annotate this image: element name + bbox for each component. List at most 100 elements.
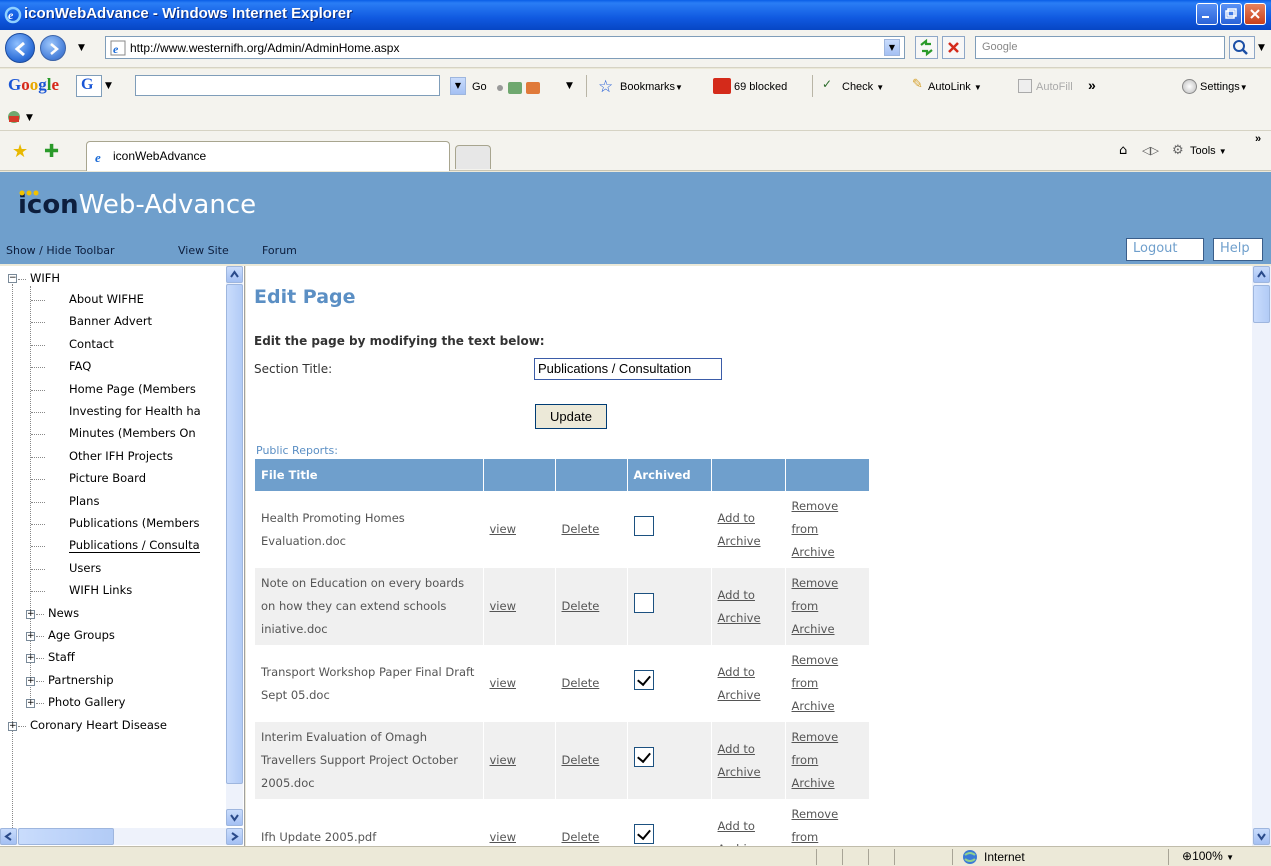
tree-node[interactable]: WIFH Links <box>69 583 132 597</box>
archived-checkbox[interactable] <box>633 823 654 844</box>
zoom-level[interactable]: ⊕100% ▼ <box>1182 849 1234 863</box>
add-to-archive-link[interactable]: Add to Archive <box>718 819 761 847</box>
tree-expand-icon[interactable]: + <box>26 676 35 686</box>
autolink-button[interactable]: AutoLink ▼ <box>928 81 982 93</box>
remove-from-archive-link[interactable]: Remove from Archive <box>792 807 839 846</box>
popup-dropdown-icon[interactable]: ▼ <box>566 81 573 91</box>
remove-from-archive-link[interactable]: Remove from Archive <box>792 576 839 636</box>
address-dropdown-icon[interactable]: ▼ <box>884 39 900 56</box>
refresh-button[interactable] <box>915 36 938 59</box>
tree-node[interactable]: Home Page (Members <box>69 382 196 396</box>
tree-node-root[interactable]: WIFH <box>30 271 60 285</box>
forum-link[interactable]: Forum <box>262 244 297 257</box>
tree-horizontal-scrollbar[interactable] <box>0 828 243 845</box>
tree-expand-icon[interactable]: + <box>26 609 35 619</box>
add-to-archive-link[interactable]: Add to Archive <box>718 588 761 625</box>
scroll-right-icon[interactable] <box>226 828 243 845</box>
address-field[interactable]: e http://www.westernifh.org/Admin/AdminH… <box>105 36 905 59</box>
tab-iconwebadvance[interactable]: e iconWebAdvance <box>86 141 450 171</box>
tree-node[interactable]: Plans <box>69 494 99 508</box>
archived-checkbox[interactable] <box>633 669 654 690</box>
tree-node-root[interactable]: Coronary Heart Disease <box>30 718 167 732</box>
remove-from-archive-link[interactable]: Remove from Archive <box>792 730 839 790</box>
tree-vertical-scrollbar[interactable] <box>226 266 243 826</box>
page-scroll-thumb[interactable] <box>1253 285 1270 323</box>
settings-button[interactable]: Settings▼ <box>1200 81 1248 93</box>
view-link[interactable]: view <box>490 522 516 536</box>
tree-node[interactable]: FAQ <box>69 359 91 373</box>
addon-dropdown-icon[interactable]: ▼ <box>26 113 33 123</box>
history-dropdown-icon[interactable]: ▼ <box>78 43 85 53</box>
tree-hscroll-thumb[interactable] <box>18 828 114 845</box>
tree-node[interactable]: Other IFH Projects <box>69 449 173 463</box>
page-scroll-up-icon[interactable] <box>1253 266 1270 283</box>
close-window-button[interactable] <box>1244 3 1266 25</box>
more-button[interactable]: » <box>1088 77 1096 93</box>
new-tab-button[interactable] <box>455 145 491 169</box>
bookmarks-button[interactable]: Bookmarks▼ <box>620 81 683 93</box>
tree-node[interactable]: About WIFHE <box>69 292 144 306</box>
tree-node[interactable]: Users <box>69 561 101 575</box>
search-options-icon[interactable]: ▼ <box>1258 43 1265 53</box>
search-input[interactable]: Google <box>975 36 1225 59</box>
favorites-star-icon[interactable]: ★ <box>12 141 28 162</box>
view-link[interactable]: view <box>490 830 516 844</box>
popups-blocked-label[interactable]: 69 blocked <box>734 81 787 93</box>
tree-collapse-icon[interactable]: − <box>8 274 17 283</box>
maximize-button[interactable] <box>1220 3 1242 25</box>
tree-expand-icon[interactable]: + <box>8 721 17 731</box>
view-site-link[interactable]: View Site <box>178 244 229 257</box>
tree-node-group[interactable]: News <box>48 606 79 620</box>
archived-checkbox[interactable] <box>633 515 654 536</box>
tab-overflow-icon[interactable]: » <box>1255 133 1261 145</box>
google-menu-dropdown-icon[interactable]: ▼ <box>105 81 112 91</box>
add-to-archive-link[interactable]: Add to Archive <box>718 742 761 779</box>
page-vertical-scrollbar[interactable] <box>1252 266 1271 846</box>
autofill-button[interactable]: AutoFill <box>1036 81 1073 93</box>
scroll-down-icon[interactable] <box>226 809 243 826</box>
google-search-dropdown-icon[interactable]: ▼ <box>450 77 466 95</box>
tree-expand-icon[interactable]: + <box>26 632 35 641</box>
remove-from-archive-link[interactable]: Remove from Archive <box>792 653 839 713</box>
remove-from-archive-link[interactable]: Remove from Archive <box>792 499 839 559</box>
tree-expand-icon[interactable]: + <box>26 699 35 709</box>
stop-button[interactable] <box>942 36 965 59</box>
show-hide-toolbar-link[interactable]: Show / Hide Toolbar <box>6 244 115 257</box>
delete-link[interactable]: Delete <box>562 522 600 536</box>
rss-icon[interactable]: ◁▷ <box>1142 144 1159 157</box>
update-button[interactable]: Update <box>535 404 607 429</box>
view-link[interactable]: view <box>490 753 516 767</box>
archived-checkbox[interactable] <box>633 746 654 767</box>
back-button[interactable] <box>5 33 35 63</box>
logout-button[interactable]: Logout <box>1126 238 1204 261</box>
google-search-input[interactable] <box>135 75 440 96</box>
scroll-left-icon[interactable] <box>0 828 17 845</box>
delete-link[interactable]: Delete <box>562 830 600 844</box>
tree-node-group[interactable]: Age Groups <box>48 628 115 642</box>
minimize-button[interactable] <box>1196 3 1218 25</box>
tree-node-group[interactable]: Partnership <box>48 673 114 687</box>
page-scroll-down-icon[interactable] <box>1253 828 1270 845</box>
tree-node[interactable]: Contact <box>69 337 114 351</box>
news-icon[interactable] <box>494 79 544 97</box>
help-button[interactable]: Help <box>1213 238 1263 261</box>
add-to-archive-link[interactable]: Add to Archive <box>718 511 761 548</box>
tree-node-group[interactable]: Photo Gallery <box>48 695 125 709</box>
tree-node[interactable]: Minutes (Members On <box>69 426 196 440</box>
delete-link[interactable]: Delete <box>562 676 600 690</box>
home-icon[interactable]: ⌂ <box>1119 143 1127 158</box>
archived-checkbox[interactable] <box>633 592 654 613</box>
add-favorites-icon[interactable]: ✚ <box>44 141 59 162</box>
delete-link[interactable]: Delete <box>562 599 600 613</box>
tree-expand-icon[interactable]: + <box>26 654 35 664</box>
add-to-archive-link[interactable]: Add to Archive <box>718 665 761 702</box>
search-icon[interactable] <box>1229 36 1255 59</box>
section-title-input[interactable]: Publications / Consultation <box>534 358 722 380</box>
tree-node[interactable]: Publications / Consulta <box>69 538 200 554</box>
delete-link[interactable]: Delete <box>562 753 600 767</box>
tools-menu[interactable]: Tools ▼ <box>1190 145 1227 157</box>
view-link[interactable]: view <box>490 599 516 613</box>
view-link[interactable]: view <box>490 676 516 690</box>
addon-icon[interactable] <box>6 109 22 125</box>
tree-node[interactable]: Publications (Members <box>69 516 200 530</box>
